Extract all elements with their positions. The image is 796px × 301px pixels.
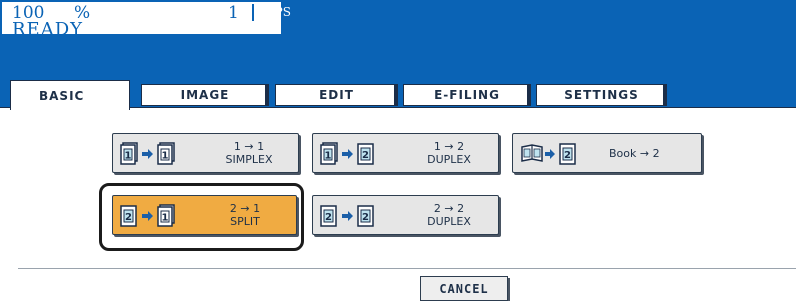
duplex-1-to-2-button[interactable]: 1 2 1 → 2 DUPLEX: [312, 133, 499, 173]
tab-image[interactable]: IMAGE: [141, 84, 269, 106]
tab-e-filing[interactable]: E-FILING: [403, 84, 531, 106]
count-separator: [252, 4, 254, 21]
duplex-2-2-label: DUPLEX: [427, 215, 471, 228]
tab-edit[interactable]: EDIT: [275, 84, 398, 106]
svg-text:1: 1: [125, 151, 132, 162]
duplex-1-to-2-icon: 1 2: [320, 142, 374, 165]
split-label: SPLIT: [230, 215, 260, 228]
split-2-to-1-icon: 2 1: [120, 204, 175, 227]
cancel-button[interactable]: CANCEL: [420, 276, 508, 301]
paper-mode: APS: [266, 5, 291, 19]
machine-status: READY: [12, 19, 84, 40]
svg-text:1: 1: [162, 151, 169, 162]
duplex-2-2-ratio: 2 → 2: [433, 202, 465, 215]
split-ratio: 2 → 1: [229, 202, 261, 215]
status-display: 100 % 1 READY: [2, 2, 281, 39]
svg-text:2: 2: [125, 212, 132, 223]
status-header: 100 % 1 READY APS: [0, 0, 796, 80]
split-2-to-1-button[interactable]: 2 1 2 → 1 SPLIT: [112, 195, 297, 235]
duplex-2-to-2-button[interactable]: 2 2 2 → 2 DUPLEX: [312, 195, 499, 235]
svg-text:1: 1: [325, 151, 332, 162]
duplex-1-2-label: DUPLEX: [427, 153, 471, 166]
book-label: Book → 2: [609, 147, 660, 160]
book-to-2-icon: 2: [521, 143, 576, 165]
simplex-1-to-1-icon: 1 1: [120, 142, 175, 165]
duplex-1-2-ratio: 1 → 2: [433, 140, 465, 153]
simplex-1-to-1-button[interactable]: 1 1 1 → 1 SIMPLEX: [112, 133, 299, 173]
simplex-ratio: 1 → 1: [233, 140, 265, 153]
svg-text:2: 2: [564, 150, 571, 161]
svg-text:2: 2: [325, 212, 332, 223]
simplex-label: SIMPLEX: [225, 153, 273, 166]
tab-basic[interactable]: BASIC: [10, 80, 130, 110]
svg-text:1: 1: [162, 213, 169, 224]
copy-count: 1: [228, 3, 239, 23]
tab-settings[interactable]: SETTINGS: [536, 84, 667, 106]
divider: [18, 268, 796, 269]
svg-text:2: 2: [362, 150, 369, 161]
tab-bar: BASIC IMAGE EDIT E-FILING SETTINGS: [0, 80, 796, 110]
book-to-2-button[interactable]: 2 Book → 2: [512, 133, 702, 173]
svg-text:2: 2: [362, 212, 369, 223]
duplex-2-to-2-icon: 2 2: [320, 205, 374, 227]
